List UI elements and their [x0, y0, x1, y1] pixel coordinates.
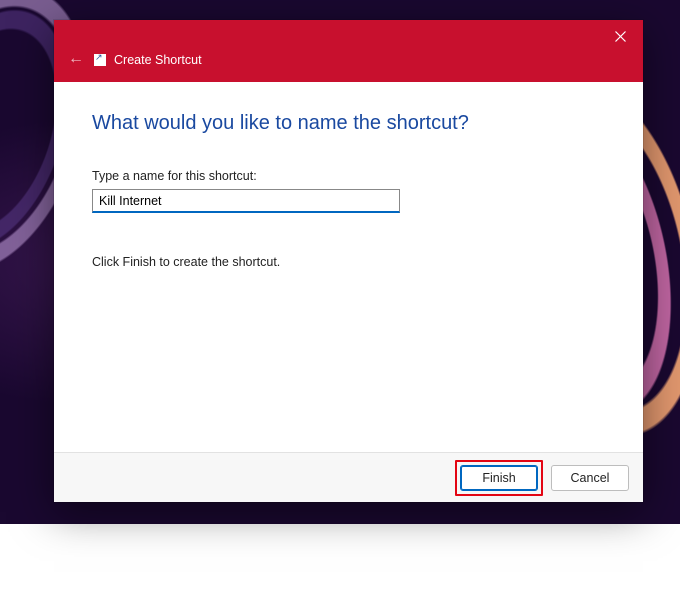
dialog-content: What would you like to name the shortcut… [54, 82, 643, 452]
create-shortcut-dialog: ← Create Shortcut What would you like to… [54, 20, 643, 502]
shortcut-name-label: Type a name for this shortcut: [92, 169, 605, 183]
finish-button[interactable]: Finish [460, 465, 538, 491]
titlebar: ← Create Shortcut [54, 20, 643, 82]
instruction-text: Click Finish to create the shortcut. [92, 255, 605, 269]
finish-highlight: Finish [455, 460, 543, 496]
close-icon [615, 31, 626, 42]
shortcut-name-input[interactable] [92, 189, 400, 213]
close-button[interactable] [597, 20, 643, 52]
back-arrow-icon: ← [68, 50, 84, 68]
dialog-footer: Finish Cancel [54, 452, 643, 502]
titlebar-title: Create Shortcut [114, 53, 202, 67]
page-heading: What would you like to name the shortcut… [92, 112, 605, 135]
cancel-button[interactable]: Cancel [551, 465, 629, 491]
shortcut-icon [94, 54, 106, 66]
